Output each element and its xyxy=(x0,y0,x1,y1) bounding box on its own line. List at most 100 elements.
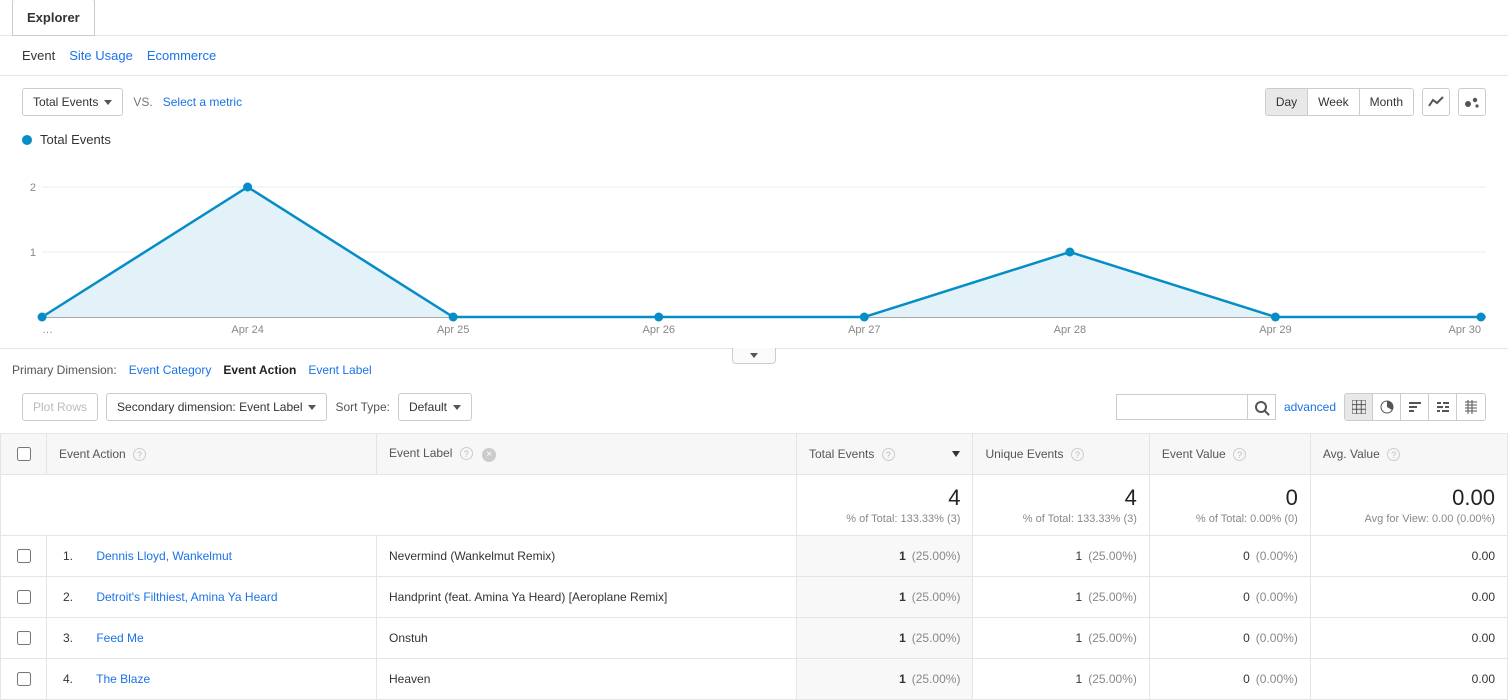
dim-event-category[interactable]: Event Category xyxy=(129,363,212,377)
help-icon[interactable]: ? xyxy=(133,448,146,461)
motion-chart-icon[interactable] xyxy=(1458,88,1486,116)
chevron-down-icon xyxy=(453,405,461,410)
row-event-label: Nevermind (Wankelmut Remix) xyxy=(377,536,797,577)
row-unique-events-pct: (25.00%) xyxy=(1088,590,1137,604)
chart-legend: Total Events xyxy=(22,128,1486,157)
summary-total-events-sub: % of Total: 133.33% (3) xyxy=(809,513,960,525)
row-unique-events: 1 xyxy=(1076,549,1083,563)
row-event-value-pct: (0.00%) xyxy=(1256,631,1298,645)
remove-column-icon[interactable]: × xyxy=(482,448,496,462)
help-icon[interactable]: ? xyxy=(1387,448,1400,461)
svg-text:1: 1 xyxy=(30,247,36,259)
svg-text:Apr 29: Apr 29 xyxy=(1259,324,1291,336)
row-event-action[interactable]: Feed Me xyxy=(96,631,143,645)
row-avg-value: 0.00 xyxy=(1472,672,1495,686)
table-view-group xyxy=(1344,393,1486,421)
row-checkbox[interactable] xyxy=(17,590,31,604)
subtab-ecommerce[interactable]: Ecommerce xyxy=(147,48,216,63)
svg-text:Apr 27: Apr 27 xyxy=(848,324,880,336)
sort-type-select[interactable]: Default xyxy=(398,393,472,421)
row-total-events: 1 xyxy=(899,672,906,686)
row-event-value-pct: (0.00%) xyxy=(1256,590,1298,604)
row-event-value: 0 xyxy=(1243,631,1250,645)
row-event-action[interactable]: The Blaze xyxy=(96,672,150,686)
period-month[interactable]: Month xyxy=(1360,89,1413,115)
row-event-action[interactable]: Dennis Lloyd, Wankelmut xyxy=(96,549,232,563)
table-row: 3. Feed Me Onstuh 1(25.00%) 1(25.00%) 0(… xyxy=(1,618,1508,659)
view-bar-icon[interactable] xyxy=(1401,394,1429,420)
table-row: 4. The Blaze Heaven 1(25.00%) 1(25.00%) … xyxy=(1,659,1508,700)
explorer-tab[interactable]: Explorer xyxy=(12,0,95,36)
select-all-checkbox[interactable] xyxy=(17,447,31,461)
col-label: Avg. Value xyxy=(1323,447,1380,461)
subtab-event[interactable]: Event xyxy=(22,48,55,63)
search-button[interactable] xyxy=(1247,395,1275,419)
secondary-dim-label: Secondary dimension: Event Label xyxy=(117,400,302,414)
chevron-down-icon xyxy=(104,100,112,105)
row-index: 2. xyxy=(59,590,83,604)
help-icon[interactable]: ? xyxy=(1233,448,1246,461)
row-event-action[interactable]: Detroit's Filthiest, Amina Ya Heard xyxy=(96,590,277,604)
summary-event-value-sub: % of Total: 0.00% (0) xyxy=(1162,513,1298,525)
help-icon[interactable]: ? xyxy=(460,447,473,460)
advanced-filter-link[interactable]: advanced xyxy=(1284,400,1336,414)
view-pie-icon[interactable] xyxy=(1373,394,1401,420)
primary-dim-label: Primary Dimension: xyxy=(12,363,117,377)
chevron-down-icon xyxy=(308,405,316,410)
summary-total-events: 4 xyxy=(809,485,960,511)
subtab-site-usage[interactable]: Site Usage xyxy=(69,48,133,63)
row-unique-events-pct: (25.00%) xyxy=(1088,672,1137,686)
row-checkbox[interactable] xyxy=(17,549,31,563)
view-table-icon[interactable] xyxy=(1345,394,1373,420)
svg-text:2: 2 xyxy=(30,182,36,194)
row-total-events-pct: (25.00%) xyxy=(912,631,961,645)
col-unique-events[interactable]: Unique Events ? xyxy=(973,434,1149,475)
select-all-cell xyxy=(1,434,47,475)
dim-event-action[interactable]: Event Action xyxy=(223,363,296,377)
sort-type-label: Sort Type: xyxy=(335,400,389,414)
data-table: Event Action ? Event Label ? × Total Eve… xyxy=(0,433,1508,700)
metric-selector[interactable]: Total Events xyxy=(22,88,123,116)
row-avg-value: 0.00 xyxy=(1472,631,1495,645)
svg-text:Apr 24: Apr 24 xyxy=(231,324,263,336)
plot-rows-button[interactable]: Plot Rows xyxy=(22,393,98,421)
row-checkbox[interactable] xyxy=(17,672,31,686)
period-group: Day Week Month xyxy=(1265,88,1414,116)
svg-text:Apr 26: Apr 26 xyxy=(643,324,675,336)
line-chart-icon[interactable] xyxy=(1422,88,1450,116)
search-icon xyxy=(1255,401,1267,413)
period-week[interactable]: Week xyxy=(1308,89,1359,115)
select-metric-link[interactable]: Select a metric xyxy=(163,95,242,109)
help-icon[interactable]: ? xyxy=(882,448,895,461)
view-comparison-icon[interactable] xyxy=(1429,394,1457,420)
dim-event-label[interactable]: Event Label xyxy=(308,363,371,377)
col-total-events[interactable]: Total Events ? xyxy=(797,434,973,475)
row-total-events: 1 xyxy=(899,631,906,645)
sort-desc-icon xyxy=(952,451,960,457)
col-label: Total Events xyxy=(809,447,874,461)
secondary-dimension-select[interactable]: Secondary dimension: Event Label xyxy=(106,393,327,421)
expand-chart-toggle[interactable] xyxy=(732,348,776,364)
col-avg-value[interactable]: Avg. Value ? xyxy=(1310,434,1507,475)
view-pivot-icon[interactable] xyxy=(1457,394,1485,420)
col-label: Unique Events xyxy=(985,447,1063,461)
row-avg-value: 0.00 xyxy=(1472,549,1495,563)
col-event-value[interactable]: Event Value ? xyxy=(1149,434,1310,475)
row-event-value: 0 xyxy=(1243,672,1250,686)
legend-label: Total Events xyxy=(40,132,111,147)
row-checkbox[interactable] xyxy=(17,631,31,645)
chevron-down-icon xyxy=(750,353,758,358)
period-day[interactable]: Day xyxy=(1266,89,1308,115)
row-event-value-pct: (0.00%) xyxy=(1256,549,1298,563)
row-unique-events-pct: (25.00%) xyxy=(1088,549,1137,563)
tab-bar: Explorer xyxy=(0,0,1508,36)
search-input[interactable] xyxy=(1117,395,1247,419)
help-icon[interactable]: ? xyxy=(1071,448,1084,461)
col-event-label[interactable]: Event Label ? × xyxy=(377,434,797,475)
table-search xyxy=(1116,394,1276,420)
legend-dot-icon xyxy=(22,135,32,145)
row-unique-events: 1 xyxy=(1076,590,1083,604)
metric-selected: Total Events xyxy=(33,95,98,109)
col-event-action[interactable]: Event Action ? xyxy=(47,434,377,475)
table-toolbar: Plot Rows Secondary dimension: Event Lab… xyxy=(0,387,1508,433)
